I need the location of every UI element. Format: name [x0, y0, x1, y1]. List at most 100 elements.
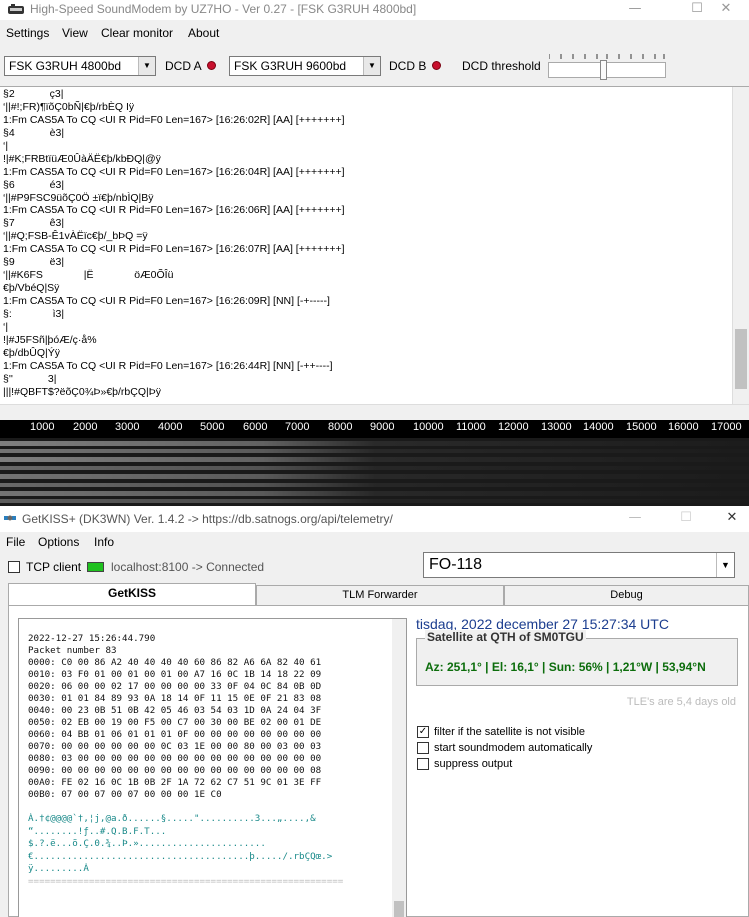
scrollbar-thumb[interactable] [735, 329, 747, 389]
hex-line: 0040: 00 23 0B 51 0B 42 05 46 03 54 03 1… [28, 705, 322, 716]
minimize-button[interactable]: — [612, 509, 658, 529]
ruler-tick-label: 2000 [73, 421, 98, 433]
minimize-button[interactable]: — [612, 0, 658, 20]
tab-getkiss[interactable]: GetKISS [8, 583, 256, 606]
packet-separator: ========================================… [28, 875, 344, 887]
dcd-a-label: DCD A [165, 59, 202, 73]
monitor-line: §4 è3| [3, 126, 65, 139]
monitor-line: €þ/dbÛQ|Ýÿ [3, 346, 61, 359]
frequency-ruler: 1000 2000 3000 4000 5000 6000 7000 8000 9000 1000… [0, 420, 749, 438]
getkiss-title: GetKISS+ (DK3WN) Ver. 1.4.2 -> https://d… [22, 512, 393, 526]
suppress-output-checkbox[interactable] [417, 758, 429, 770]
menu-file[interactable]: File [6, 535, 25, 549]
ruler-tick-label: 3000 [115, 421, 140, 433]
chevron-down-icon: ▼ [363, 57, 380, 75]
satellite-position: Az: 251,1° | El: 16,1° | Sun: 56% | 1,21… [425, 660, 706, 674]
tcp-client-checkbox[interactable] [8, 561, 20, 573]
monitor-line: €þ/VbéQ|Sÿ [3, 282, 60, 295]
monitor-line: §9 ë3| [3, 256, 65, 269]
spectrum-waterfall[interactable] [0, 438, 749, 506]
monitor-text-area[interactable]: §2 ç3| ‘||#!;FR)¶ïõÇ0bÑ|€þ/rbÈQ Iÿ 1:Fm CA… [0, 86, 749, 404]
ruler-tick-label: 16000 [668, 421, 699, 433]
hex-line: 0070: 00 00 00 00 00 00 0C 03 1E 00 00 8… [28, 741, 322, 752]
close-button[interactable]: ✕ [709, 509, 749, 529]
close-button[interactable]: ✕ [703, 0, 749, 20]
monitor-lines: §2 ç3| ‘||#!;FR)¶ïõÇ0bÑ|€þ/rbÈQ Iÿ 1:Fm CA… [3, 88, 731, 399]
suppress-output-label: suppress output [434, 758, 513, 770]
monitor-line: ‘||#!;FR)¶ïõÇ0bÑ|€þ/rbÈQ Iÿ [3, 100, 135, 113]
hex-line: 0010: 03 F0 01 00 01 00 01 00 A7 16 0C 1… [28, 669, 322, 680]
ruler-tick-label: 17000 [711, 421, 742, 433]
ruler-tick-label: 6000 [243, 421, 268, 433]
soundmodem-menubar: Settings View Clear monitor About [0, 22, 749, 44]
dcd-threshold-slider[interactable] [546, 54, 668, 82]
dcd-a-indicator [207, 61, 216, 70]
chevron-down-icon: ▼ [138, 57, 155, 75]
hex-line: 0020: 06 00 00 02 17 00 00 00 00 33 0F 0… [28, 681, 322, 692]
monitor-line: §6 é3| [3, 178, 65, 191]
tcp-client-label: TCP client [26, 560, 82, 574]
filter-visible-checkbox[interactable]: ✓ [417, 726, 429, 738]
maximize-button[interactable]: ☐ [663, 509, 709, 529]
filter-visible-label: filter if the satellite is not visible [434, 726, 586, 738]
packet-hex-dump[interactable]: 2022-12-27 15:26:44.790 Packet number 83 0… [18, 618, 407, 917]
menu-about[interactable]: About [188, 26, 219, 40]
tab-tlm-forwarder[interactable]: TLM Forwarder [256, 585, 504, 605]
ruler-tick-label: 8000 [328, 421, 353, 433]
ruler-tick-label: 9000 [370, 421, 395, 433]
slider-ticks [549, 54, 665, 59]
menu-settings[interactable]: Settings [6, 26, 49, 40]
satellite-select[interactable]: FO-118 ▼ [423, 552, 735, 578]
menu-options[interactable]: Options [38, 535, 79, 549]
hex-line: Packet number 83 [28, 645, 117, 656]
connection-indicator [87, 562, 104, 572]
monitor-line: !|#J5FSñ|þóÆ/ç·å% [3, 333, 97, 346]
monitor-line: 1:Fm CAS5A To CQ <UI R Pid=F0 Len=167> [… [3, 165, 345, 178]
modem-b-select[interactable]: FSK G3RUH 9600bd ▼ [229, 56, 381, 76]
qth-caption: Satellite at QTH of SM0TGU [425, 630, 586, 644]
tab-debug[interactable]: Debug [504, 585, 749, 605]
monitor-line: §2 ç3| [3, 88, 64, 100]
ruler-tick-label: 1000 [30, 421, 55, 433]
ruler-tick-label: 10000 [413, 421, 444, 433]
hex-line: 0050: 02 EB 00 19 00 F5 00 C7 00 30 00 B… [28, 717, 322, 728]
monitor-line: §: ì3| [3, 307, 65, 320]
monitor-line: 1:Fm CAS5A To CQ <UI R Pid=F0 Len=167> [… [3, 113, 345, 126]
waterfall-image [0, 438, 749, 506]
monitor-vertical-scrollbar[interactable] [732, 87, 749, 404]
menu-view[interactable]: View [62, 26, 88, 40]
ruler-tick-label: 14000 [583, 421, 614, 433]
ruler-tick-label: 13000 [541, 421, 572, 433]
soundmodem-app-icon [8, 4, 24, 14]
dcd-b-label: DCD B [389, 59, 427, 73]
monitor-horizontal-scrollbar[interactable] [0, 404, 749, 418]
ascii-line: $.?.ë...õ.Ç.0.¾..Þ.»....................… [28, 838, 266, 849]
tle-age: TLE's are 5,4 days old [626, 696, 736, 708]
start-soundmodem-checkbox[interactable] [417, 742, 429, 754]
getkiss-tab-page: 2022-12-27 15:26:44.790 Packet number 83 0… [8, 605, 749, 917]
hex-dump-content: 2022-12-27 15:26:44.790 Packet number 83 0… [28, 633, 388, 888]
menu-info[interactable]: Info [94, 535, 114, 549]
monitor-line: |||!#QBFT$?ëõÇ0¾Þ»€þ/rbÇQ|Þÿ [3, 385, 161, 398]
modem-a-select[interactable]: FSK G3RUH 4800bd ▼ [4, 56, 156, 76]
slider-thumb[interactable] [600, 60, 607, 80]
ruler-tick-label: 7000 [285, 421, 310, 433]
menu-clear-monitor[interactable]: Clear monitor [101, 26, 173, 40]
hex-line: 2022-12-27 15:26:44.790 [28, 633, 156, 644]
slider-track [548, 62, 666, 78]
monitor-line: §7 ê3| [3, 217, 65, 230]
ruler-tick-label: 11000 [456, 421, 486, 433]
scrollbar-thumb[interactable] [394, 901, 404, 917]
hex-line: 0080: 03 00 00 00 00 00 00 00 00 00 00 0… [28, 753, 322, 764]
ruler-tick-label: 4000 [158, 421, 183, 433]
hex-line: 0060: 04 BB 01 06 01 01 01 0F 00 00 00 0… [28, 729, 322, 740]
monitor-line: §'' 3| [3, 372, 57, 385]
getkiss-titlebar: GetKISS+ (DK3WN) Ver. 1.4.2 -> https://d… [0, 506, 749, 532]
monitor-line: ‘| [3, 320, 9, 333]
qth-groupbox: Satellite at QTH of SM0TGU Az: 251,1° | … [416, 630, 738, 686]
hex-dump-scrollbar[interactable] [392, 619, 406, 917]
ascii-line: À.†¢@@@@`†,¦j‚@a.ð......§.....".........… [28, 813, 316, 824]
getkiss-window: GetKISS+ (DK3WN) Ver. 1.4.2 -> https://d… [0, 506, 749, 917]
hex-line: 0000: C0 00 86 A2 40 40 40 40 60 86 82 A… [28, 657, 322, 668]
hex-line: 00A0: FE 02 16 0C 1B 0B 2F 1A 72 62 C7 5… [28, 777, 322, 788]
